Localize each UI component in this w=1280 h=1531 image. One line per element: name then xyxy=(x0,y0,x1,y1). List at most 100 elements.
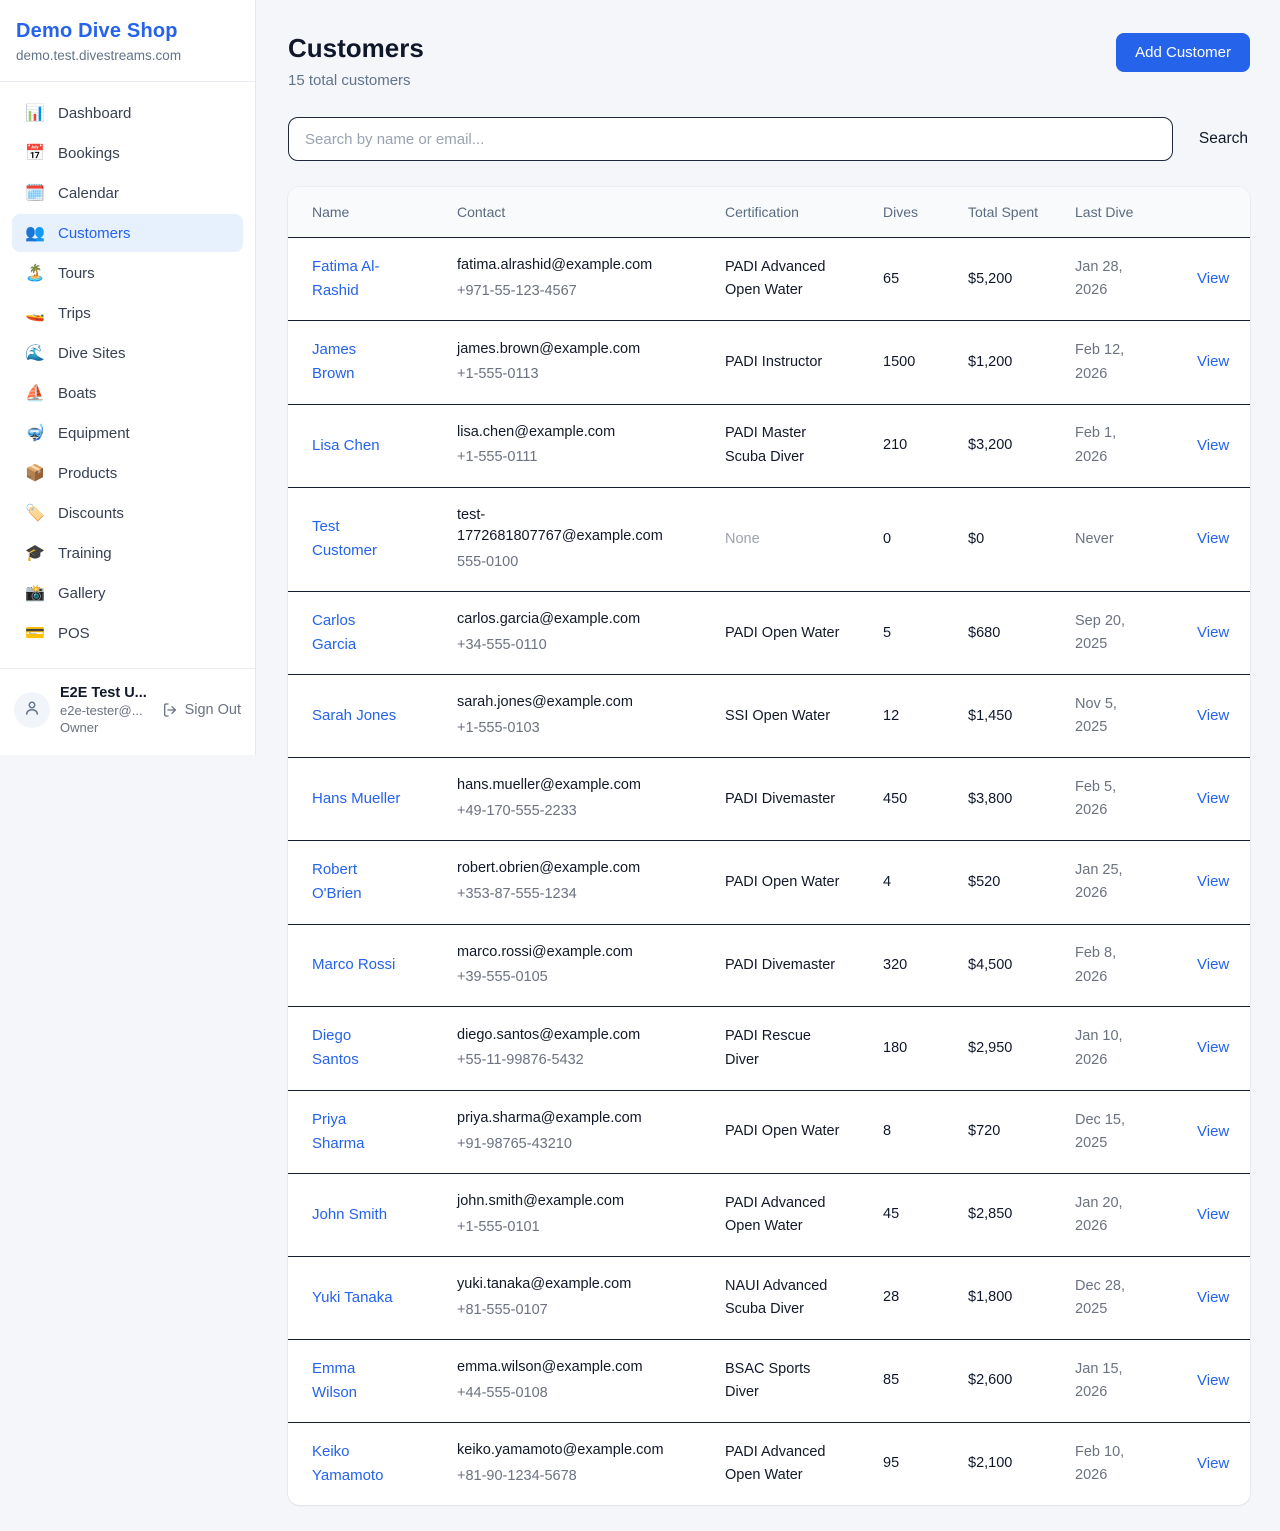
bookings-icon: 📅 xyxy=(25,143,45,163)
customer-name-link[interactable]: James Brown xyxy=(312,338,402,386)
person-icon xyxy=(23,699,41,722)
view-customer-link[interactable]: View xyxy=(1197,1123,1229,1140)
customer-total-spent: $4,500 xyxy=(956,924,1063,1007)
sidebar-item-training[interactable]: 🎓 Training xyxy=(12,534,243,572)
search-input[interactable] xyxy=(288,117,1173,161)
customer-name-link[interactable]: Marco Rossi xyxy=(312,953,395,977)
customer-name-link[interactable]: Hans Mueller xyxy=(312,787,400,811)
logout-icon xyxy=(162,702,178,718)
add-customer-button[interactable]: Add Customer xyxy=(1116,33,1250,72)
customer-name-link[interactable]: Test Customer xyxy=(312,515,402,563)
view-customer-link[interactable]: View xyxy=(1197,1289,1229,1306)
customer-phone: +91-98765-43210 xyxy=(457,1133,691,1156)
customer-name-link[interactable]: Emma Wilson xyxy=(312,1357,402,1405)
customer-certification: PADI Instructor xyxy=(725,351,822,374)
customer-last-dive: Feb 5, 2026 xyxy=(1075,776,1137,822)
customer-total-spent: $2,950 xyxy=(956,1007,1063,1090)
customer-name-link[interactable]: Priya Sharma xyxy=(312,1108,402,1156)
customer-last-dive: Jan 28, 2026 xyxy=(1075,256,1137,302)
view-customer-link[interactable]: View xyxy=(1197,270,1229,287)
view-customer-link[interactable]: View xyxy=(1197,1206,1229,1223)
customer-total-spent: $1,450 xyxy=(956,675,1063,758)
customer-email: john.smith@example.com xyxy=(457,1191,675,1213)
nav-item-label: Dashboard xyxy=(58,105,131,122)
user-info: E2E Test U... e2e-tester@... Owner xyxy=(60,685,152,735)
customer-name-link[interactable]: Yuki Tanaka xyxy=(312,1286,393,1310)
customer-phone: +49-170-555-2233 xyxy=(457,800,691,823)
view-customer-link[interactable]: View xyxy=(1197,790,1229,807)
customer-certification: NAUI Advanced Scuba Diver xyxy=(725,1275,843,1321)
customer-total-spent: $1,200 xyxy=(956,321,1063,404)
customer-name-link[interactable]: Sarah Jones xyxy=(312,704,396,728)
nav-item-label: Tours xyxy=(58,265,95,282)
customer-dives: 0 xyxy=(871,487,956,592)
calendar-icon: 🗓️ xyxy=(25,183,45,203)
view-customer-link[interactable]: View xyxy=(1197,1372,1229,1389)
customer-certification: PADI Advanced Open Water xyxy=(725,1192,843,1238)
customer-phone: 555-0100 xyxy=(457,551,691,574)
customer-last-dive: Feb 10, 2026 xyxy=(1075,1441,1137,1487)
sidebar-item-customers[interactable]: 👥 Customers xyxy=(12,214,243,252)
sidebar-item-trips[interactable]: 🚤 Trips xyxy=(12,294,243,332)
view-customer-link[interactable]: View xyxy=(1197,353,1229,370)
customer-total-spent: $520 xyxy=(956,841,1063,924)
sidebar-item-pos[interactable]: 💳 POS xyxy=(12,614,243,652)
table-row: Carlos Garcia carlos.garcia@example.com … xyxy=(288,592,1250,675)
trips-icon: 🚤 xyxy=(25,303,45,323)
table-row: Diego Santos diego.santos@example.com +5… xyxy=(288,1007,1250,1090)
view-customer-link[interactable]: View xyxy=(1197,624,1229,641)
customer-name-link[interactable]: Robert O'Brien xyxy=(312,858,402,906)
customer-name-link[interactable]: Keiko Yamamoto xyxy=(312,1440,402,1488)
customer-name-link[interactable]: Lisa Chen xyxy=(312,434,380,458)
view-customer-link[interactable]: View xyxy=(1197,873,1229,890)
nav-item-label: Boats xyxy=(58,385,96,402)
view-customer-link[interactable]: View xyxy=(1197,1455,1229,1472)
customer-email: priya.sharma@example.com xyxy=(457,1108,675,1130)
view-customer-link[interactable]: View xyxy=(1197,1039,1229,1056)
table-row: Keiko Yamamoto keiko.yamamoto@example.co… xyxy=(288,1422,1250,1505)
nav-item-label: Training xyxy=(58,545,112,562)
pos-icon: 💳 xyxy=(25,623,45,643)
sidebar-item-products[interactable]: 📦 Products xyxy=(12,454,243,492)
column-header-actions xyxy=(1173,187,1250,238)
customer-last-dive: Nov 5, 2025 xyxy=(1075,693,1137,739)
view-customer-link[interactable]: View xyxy=(1197,530,1229,547)
customer-email: lisa.chen@example.com xyxy=(457,422,675,444)
table-row: Test Customer test-1772681807767@example… xyxy=(288,487,1250,592)
view-customer-link[interactable]: View xyxy=(1197,956,1229,973)
customer-total-spent: $1,800 xyxy=(956,1256,1063,1339)
view-customer-link[interactable]: View xyxy=(1197,437,1229,454)
customer-name-link[interactable]: John Smith xyxy=(312,1203,387,1227)
column-header-total-spent: Total Spent xyxy=(956,187,1063,238)
page-header: Customers 15 total customers Add Custome… xyxy=(288,33,1250,89)
customer-phone: +1-555-0113 xyxy=(457,363,691,386)
sidebar-item-dashboard[interactable]: 📊 Dashboard xyxy=(12,94,243,132)
sidebar-item-tours[interactable]: 🏝️ Tours xyxy=(12,254,243,292)
search-button[interactable]: Search xyxy=(1197,126,1250,152)
table-header: Name Contact Certification Dives Total S… xyxy=(288,187,1250,238)
sidebar-nav: 📊 Dashboard 📅 Bookings 🗓️ Calendar 👥 Cus… xyxy=(0,82,255,668)
products-icon: 📦 xyxy=(25,463,45,483)
sidebar-item-discounts[interactable]: 🏷️ Discounts xyxy=(12,494,243,532)
sign-out-button[interactable]: Sign Out xyxy=(162,702,241,718)
customer-dives: 95 xyxy=(871,1422,956,1505)
customer-name-link[interactable]: Diego Santos xyxy=(312,1024,402,1072)
customer-last-dive: Jan 20, 2026 xyxy=(1075,1192,1137,1238)
customers-icon: 👥 xyxy=(25,223,45,243)
customer-name-link[interactable]: Carlos Garcia xyxy=(312,609,402,657)
sidebar-item-dive-sites[interactable]: 🌊 Dive Sites xyxy=(12,334,243,372)
sidebar-item-equipment[interactable]: 🤿 Equipment xyxy=(12,414,243,452)
sidebar-item-gallery[interactable]: 📸 Gallery xyxy=(12,574,243,612)
customer-certification: SSI Open Water xyxy=(725,705,830,728)
sidebar-item-calendar[interactable]: 🗓️ Calendar xyxy=(12,174,243,212)
sidebar-item-boats[interactable]: ⛵ Boats xyxy=(12,374,243,412)
sidebar-item-bookings[interactable]: 📅 Bookings xyxy=(12,134,243,172)
customer-certification: BSAC Sports Diver xyxy=(725,1358,843,1404)
nav-item-label: Products xyxy=(58,465,117,482)
customer-name-link[interactable]: Fatima Al-Rashid xyxy=(312,255,402,303)
column-header-name: Name xyxy=(288,187,433,238)
customer-total-spent: $2,850 xyxy=(956,1173,1063,1256)
boats-icon: ⛵ xyxy=(25,383,45,403)
view-customer-link[interactable]: View xyxy=(1197,707,1229,724)
customer-email: marco.rossi@example.com xyxy=(457,942,675,964)
